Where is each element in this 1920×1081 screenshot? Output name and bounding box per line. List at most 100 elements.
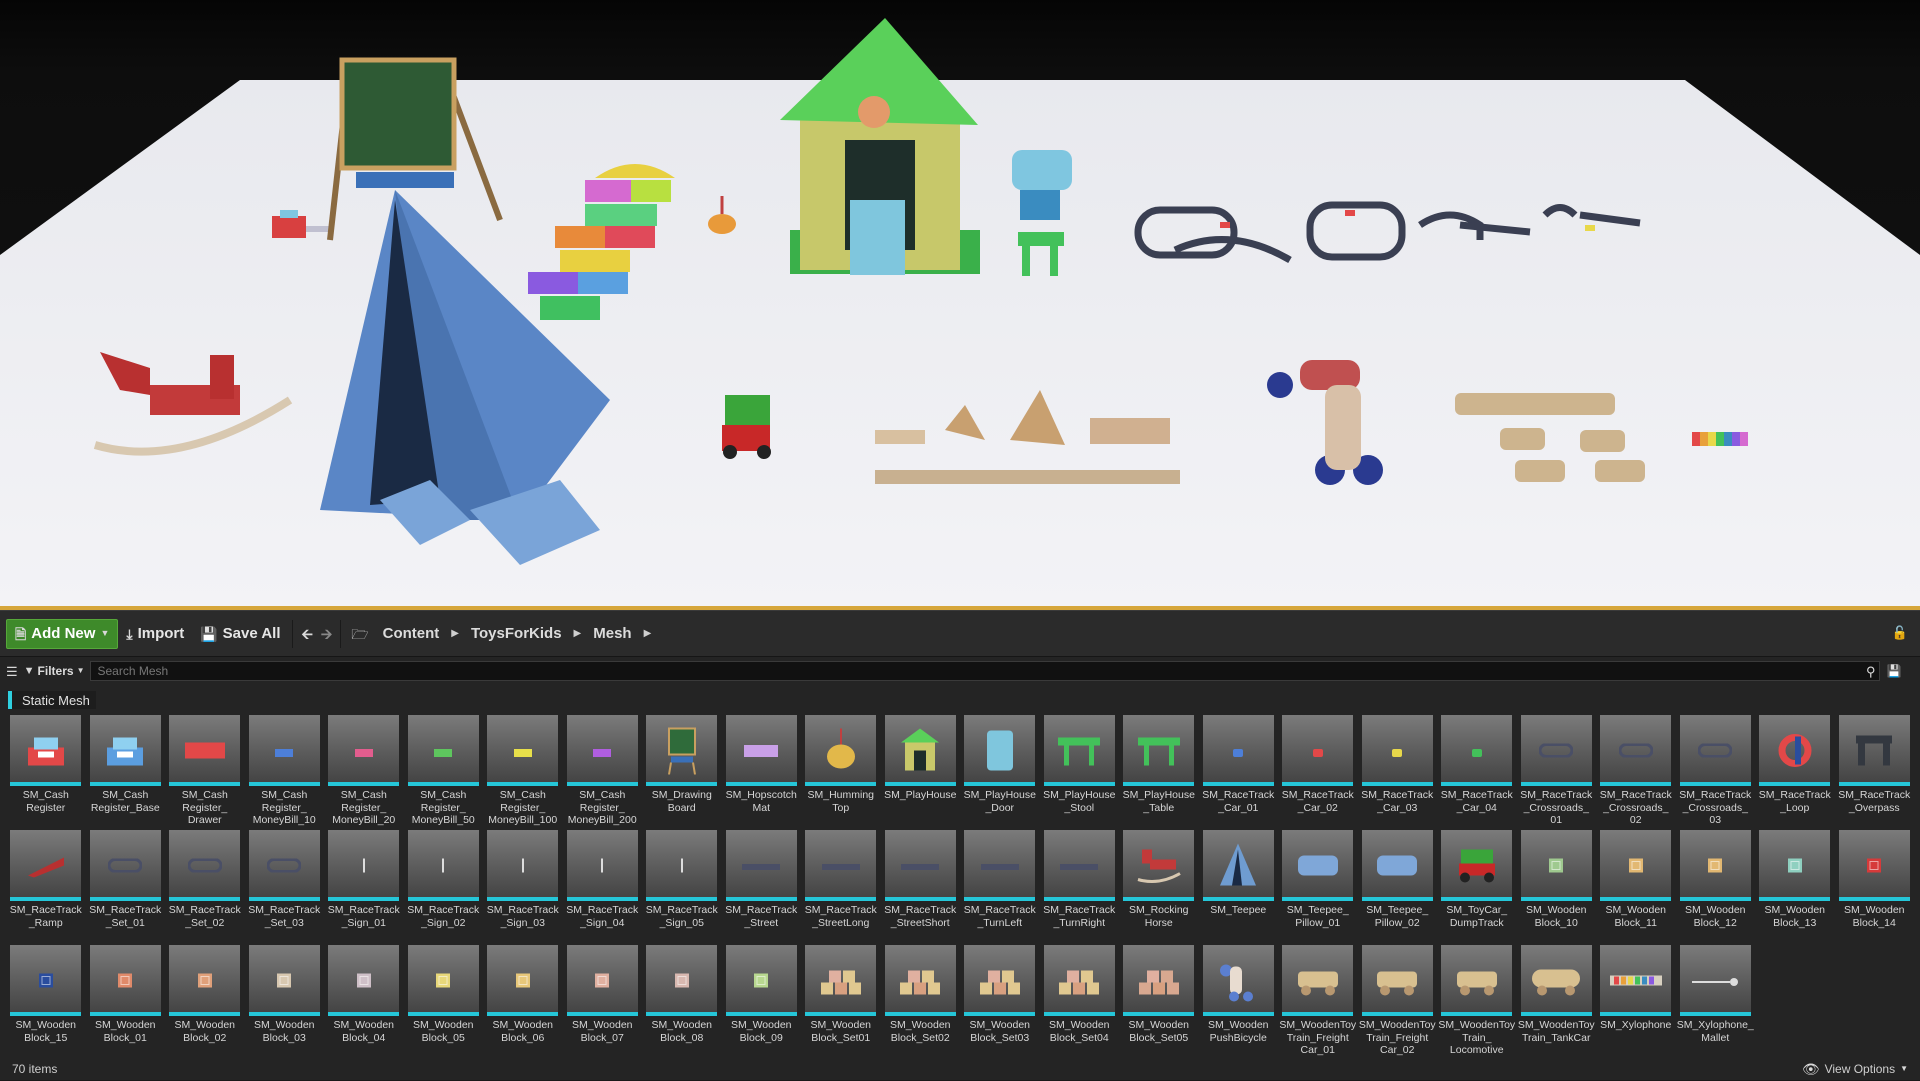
asset-tile[interactable]: SM_Cash Register_Base [86, 709, 166, 824]
asset-tile[interactable]: SM_Drawing Board [642, 709, 722, 824]
asset-thumbnail [1123, 945, 1194, 1016]
asset-tile[interactable]: SM_Wooden Block_14 [1835, 824, 1915, 939]
asset-tile[interactable]: SM_PlayHouse _Door [960, 709, 1040, 824]
asset-tile[interactable]: SM_RaceTrack _Sign_01 [324, 824, 404, 939]
breadcrumb-arrow-icon[interactable]: ▶ [447, 628, 463, 639]
asset-tile[interactable]: SM_Wooden Block_07 [563, 939, 643, 1054]
search-input[interactable] [91, 662, 1880, 680]
asset-tile[interactable]: SM_Wooden Block_03 [245, 939, 325, 1054]
asset-tile[interactable]: SM_PlayHouse _Stool [1040, 709, 1120, 824]
asset-tile[interactable]: SM_RaceTrack _Set_01 [86, 824, 166, 939]
level-viewport[interactable] [0, 0, 1920, 610]
breadcrumb-toysforkids[interactable]: ToysForKids [463, 625, 570, 642]
search-icon[interactable]: ⚲ [1866, 664, 1876, 680]
asset-tile[interactable]: SM_WoodenToy Train_ Locomotive [1437, 939, 1517, 1056]
asset-tile[interactable]: SM_WoodenToy Train_Freight Car_01 [1278, 939, 1358, 1056]
asset-thumbnail [1202, 715, 1274, 786]
asset-tile[interactable]: SM_RaceTrack _Crossroads_ 02 [1596, 709, 1676, 826]
asset-tile[interactable]: SM_RaceTrack _Loop [1755, 709, 1835, 824]
asset-thumbnail [248, 945, 320, 1016]
asset-tile[interactable]: SM_Wooden Block_Set02 [881, 939, 961, 1054]
asset-tile[interactable]: SM_RaceTrack _Set_03 [245, 824, 325, 939]
asset-tile[interactable]: SM_RaceTrack _Car_01 [1199, 709, 1279, 824]
asset-tile[interactable]: SM_Cash Register_ MoneyBill_20 [324, 709, 404, 826]
asset-tile[interactable]: SM_Wooden Block_09 [722, 939, 802, 1054]
sources-panel-icon[interactable]: ☰ [6, 665, 18, 678]
asset-tile[interactable]: SM_Wooden Block_Set03 [960, 939, 1040, 1054]
asset-tile[interactable]: SM_PlayHouse [881, 709, 961, 824]
asset-tile[interactable]: SM_Wooden Block_Set04 [1040, 939, 1120, 1054]
static-mesh-filter-chip[interactable]: Static Mesh [8, 691, 96, 709]
asset-tile[interactable]: SM_Wooden Block_01 [86, 939, 166, 1054]
asset-tile[interactable]: SM_Wooden Block_11 [1596, 824, 1676, 939]
asset-tile[interactable]: SM_Cash Register_ MoneyBill_200 [563, 709, 643, 826]
breadcrumb-arrow-icon[interactable]: ▶ [570, 628, 586, 639]
asset-tile[interactable]: SM_RaceTrack _Sign_05 [642, 824, 722, 939]
add-new-button[interactable]: 🗎 Add New ▼ [6, 618, 119, 649]
import-button[interactable]: ⤓ Import [118, 619, 192, 649]
asset-thumbnail [1600, 830, 1671, 901]
asset-tile[interactable]: SM_RaceTrack _Crossroads_ 01 [1517, 709, 1597, 826]
lock-icon[interactable]: 🔓 [1892, 625, 1908, 641]
asset-tile[interactable]: SM_RaceTrack _TurnLeft [960, 824, 1040, 939]
asset-tile[interactable]: SM_Wooden Block_Set01 [801, 939, 881, 1054]
asset-tile[interactable]: SM_Cash Register_ MoneyBill_100 [483, 709, 563, 826]
asset-thumbnail [1759, 830, 1830, 901]
asset-tile[interactable]: SM_Cash Register_ MoneyBill_10 [245, 709, 325, 826]
asset-tile[interactable]: SM_ToyCar_ DumpTrack [1437, 824, 1517, 939]
asset-tile[interactable]: SM_Wooden Block_15 [6, 939, 86, 1054]
asset-tile[interactable]: SM_Hopscotch Mat [722, 709, 802, 824]
breadcrumb-content[interactable]: Content [375, 625, 448, 642]
asset-tile[interactable]: SM_RaceTrack _Sign_02 [404, 824, 484, 939]
asset-tile[interactable]: SM_RaceTrack _Car_02 [1278, 709, 1358, 824]
view-options-button[interactable]: 👁 View Options ▼ [1802, 1062, 1908, 1076]
asset-tile[interactable]: SM_Wooden Block_13 [1755, 824, 1835, 939]
asset-thumbnail [487, 715, 558, 786]
asset-tile[interactable]: SM_RaceTrack _Street [722, 824, 802, 939]
asset-tile[interactable]: SM_Rocking Horse [1119, 824, 1199, 939]
asset-tile[interactable]: SM_Wooden Block_06 [483, 939, 563, 1054]
asset-tile[interactable]: SM_Cash Register [6, 709, 86, 824]
asset-tile[interactable]: SM_PlayHouse _Table [1119, 709, 1199, 824]
save-search-icon[interactable]: 💾 [1886, 664, 1901, 678]
asset-tile[interactable]: SM_RaceTrack _Crossroads_ 03 [1676, 709, 1756, 826]
asset-tile[interactable]: SM_Humming Top [801, 709, 881, 824]
asset-tile[interactable]: SM_RaceTrack _Overpass [1835, 709, 1915, 824]
asset-tile[interactable]: SM_RaceTrack _StreetLong [801, 824, 881, 939]
asset-tile[interactable]: SM_Cash Register_ Drawer [165, 709, 245, 826]
forward-button[interactable]: 🡪 [317, 619, 336, 649]
asset-tile[interactable]: SM_RaceTrack _StreetShort [881, 824, 961, 939]
asset-tile[interactable]: SM_Wooden Block_Set05 [1119, 939, 1199, 1054]
asset-tile[interactable]: SM_Wooden Block_04 [324, 939, 404, 1054]
filters-button[interactable]: ▼ Filters ▼ [24, 664, 85, 678]
asset-tile[interactable]: SM_RaceTrack _Ramp [6, 824, 86, 939]
asset-tile[interactable]: SM_Cash Register_ MoneyBill_50 [404, 709, 484, 826]
asset-name: SM_RaceTrack _Overpass [1838, 789, 1911, 814]
asset-tile[interactable]: SM_Wooden Block_12 [1676, 824, 1756, 939]
asset-tile[interactable]: SM_RaceTrack _TurnRight [1040, 824, 1120, 939]
asset-tile[interactable]: SM_Teepee_ Pillow_01 [1278, 824, 1358, 939]
back-button[interactable]: 🡨 [297, 619, 316, 649]
asset-tile[interactable]: SM_Teepee_ Pillow_02 [1358, 824, 1438, 939]
asset-tile[interactable]: SM_RaceTrack _Sign_03 [483, 824, 563, 939]
asset-tile[interactable]: SM_Wooden Block_08 [642, 939, 722, 1054]
asset-tile[interactable]: SM_WoodenToy Train_Freight Car_02 [1358, 939, 1438, 1056]
asset-tile[interactable]: SM_Teepee [1199, 824, 1279, 939]
asset-tile[interactable]: SM_Wooden Block_02 [165, 939, 245, 1054]
asset-name: SM_Humming Top [807, 789, 875, 814]
breadcrumb-mesh[interactable]: Mesh [585, 625, 639, 642]
asset-tile[interactable]: SM_RaceTrack _Sign_04 [563, 824, 643, 939]
breadcrumb-arrow-icon[interactable]: ▶ [640, 628, 656, 639]
asset-tile[interactable]: SM_RaceTrack _Car_04 [1437, 709, 1517, 824]
asset-tile[interactable]: SM_Xylophone_ Mallet [1676, 939, 1756, 1054]
asset-tile[interactable]: SM_RaceTrack _Set_02 [165, 824, 245, 939]
save-all-button[interactable]: 💾 Save All [192, 619, 288, 649]
asset-thumbnail [884, 715, 956, 786]
asset-tile[interactable]: SM_Wooden Block_05 [404, 939, 484, 1054]
asset-tile[interactable]: SM_WoodenToy Train_TankCar [1517, 939, 1597, 1054]
asset-tile[interactable]: SM_Xylophone [1596, 939, 1676, 1054]
asset-tile[interactable]: SM_RaceTrack _Car_03 [1358, 709, 1438, 824]
block-icon [594, 972, 610, 993]
asset-tile[interactable]: SM_Wooden PushBicycle [1199, 939, 1279, 1054]
asset-tile[interactable]: SM_Wooden Block_10 [1517, 824, 1597, 939]
